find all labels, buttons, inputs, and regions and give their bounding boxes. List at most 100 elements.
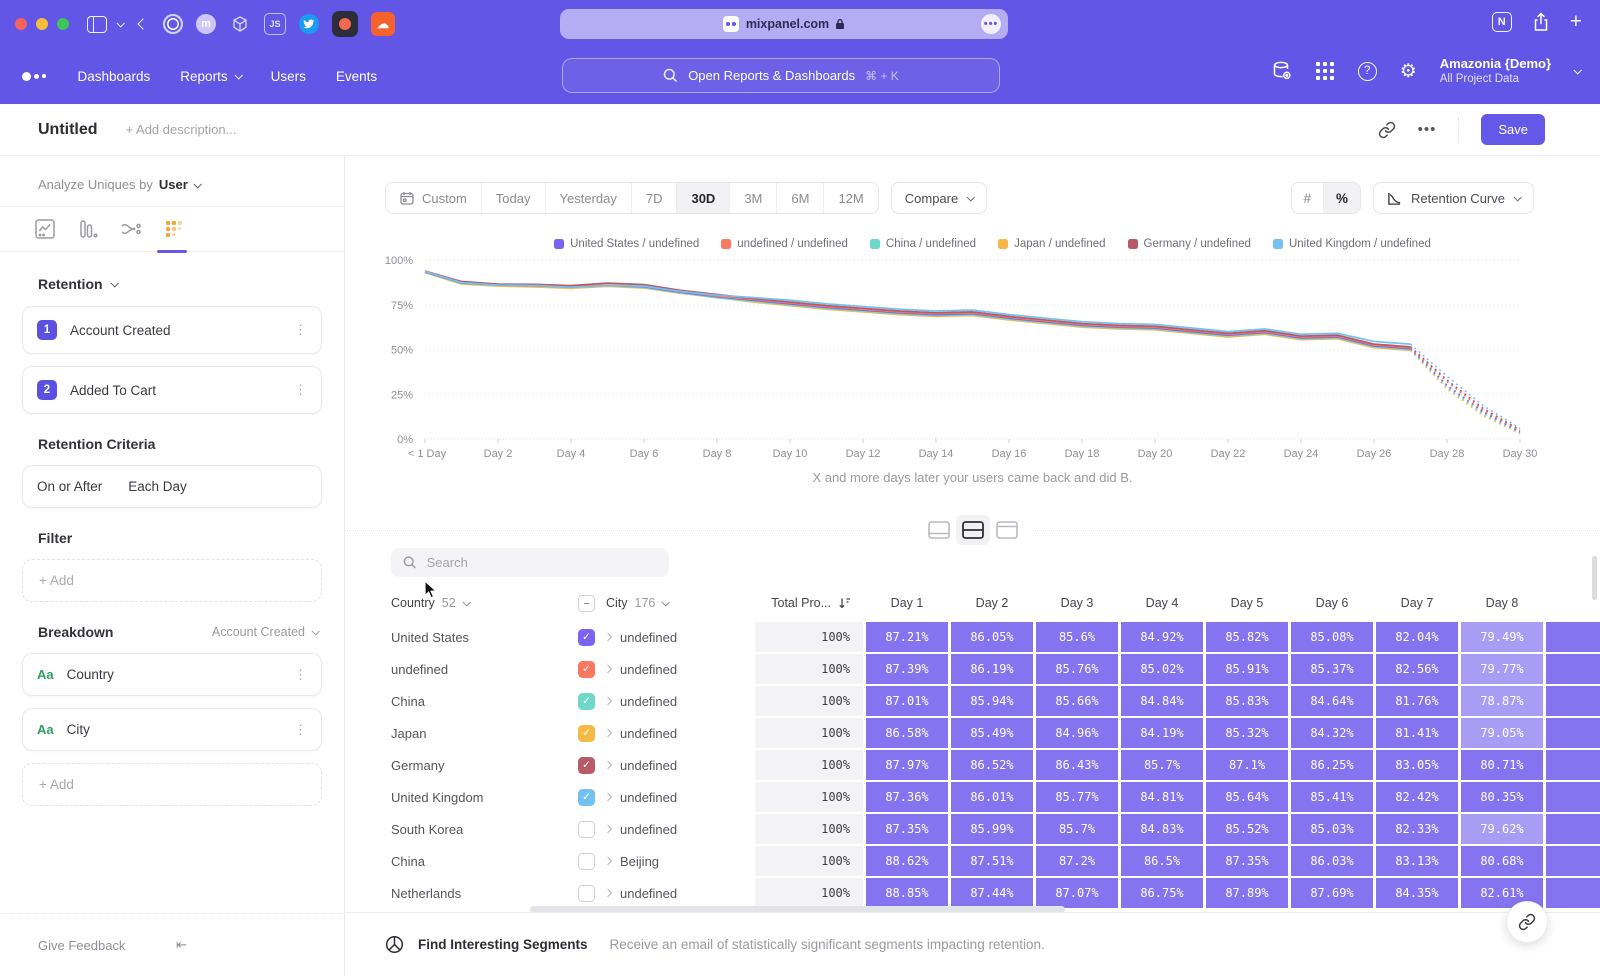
retention-value-cell[interactable]: 85.83%: [1206, 686, 1288, 716]
retention-value-cell[interactable]: 86.25%: [1291, 750, 1373, 780]
browser-sidebar-icon[interactable]: [87, 16, 107, 33]
global-search[interactable]: Open Reports & Dashboards ⌘ + K: [562, 58, 1000, 93]
retention-curve-chart[interactable]: 100%75%50%25%0%< 1 DayDay 2Day 4Day 6Day…: [345, 252, 1600, 466]
percent-toggle[interactable]: %: [1323, 183, 1360, 213]
retention-value-cell[interactable]: 87.69%: [1291, 878, 1373, 908]
row-checkbox[interactable]: ✓: [578, 757, 595, 774]
legend-item[interactable]: United Kingdom / undefined: [1273, 238, 1431, 250]
back-icon[interactable]: [139, 20, 147, 28]
legend-item[interactable]: United States / undefined: [554, 238, 699, 250]
expand-row-icon[interactable]: [604, 793, 612, 801]
notion-extension-icon[interactable]: N: [1492, 12, 1512, 32]
help-icon[interactable]: ?: [1358, 62, 1377, 81]
retention-section-title[interactable]: Retention: [38, 276, 103, 292]
retention-value-cell[interactable]: 80.71%: [1461, 750, 1543, 780]
retention-value-cell[interactable]: 86.03%: [1291, 846, 1373, 876]
retention-value-cell[interactable]: 87.51%: [951, 846, 1033, 876]
retention-value-cell[interactable]: 87.1%: [1206, 750, 1288, 780]
tab-retention[interactable]: [162, 217, 186, 241]
retention-value-cell[interactable]: 79.62%: [1461, 814, 1543, 844]
retention-value-cell[interactable]: 86.5%: [1121, 846, 1203, 876]
close-window-button[interactable]: [15, 18, 27, 30]
retention-value-cell[interactable]: 85.32%: [1206, 718, 1288, 748]
nav-item-events[interactable]: Events: [336, 69, 377, 84]
retention-value-cell[interactable]: 84.84%: [1121, 686, 1203, 716]
tab-funnels[interactable]: [76, 217, 100, 241]
day-column-header[interactable]: Day 7: [1376, 596, 1458, 610]
date-range-custom[interactable]: Custom: [386, 183, 481, 213]
apps-grid-icon[interactable]: [1316, 62, 1335, 81]
retention-value-cell[interactable]: 87.36%: [866, 782, 948, 812]
retention-value-cell[interactable]: 87.35%: [866, 814, 948, 844]
day-column-header[interactable]: Day 6: [1291, 596, 1373, 610]
date-range-yesterday[interactable]: Yesterday: [545, 183, 631, 213]
retention-value-cell[interactable]: 88.85%: [866, 878, 948, 908]
retention-value-cell[interactable]: 82.04%: [1376, 622, 1458, 652]
retention-value-cell[interactable]: 83.05%: [1376, 750, 1458, 780]
row-checkbox[interactable]: [578, 853, 595, 870]
date-range-6m[interactable]: 6M: [776, 183, 823, 213]
retention-value-cell[interactable]: 80.35%: [1461, 782, 1543, 812]
retention-value-cell[interactable]: 82.56%: [1376, 654, 1458, 684]
legend-item[interactable]: China / undefined: [870, 238, 976, 250]
retention-value-cell[interactable]: 85.7%: [1121, 750, 1203, 780]
kebab-menu-icon[interactable]: ⋮: [294, 724, 307, 736]
retention-value-cell[interactable]: 79.05%: [1461, 718, 1543, 748]
tab-flows[interactable]: [119, 217, 143, 241]
nav-item-reports[interactable]: Reports: [180, 69, 240, 84]
vertical-scrollbar[interactable]: [1592, 556, 1597, 600]
table-search[interactable]: [391, 548, 669, 577]
date-range-12m[interactable]: 12M: [823, 183, 877, 213]
retention-value-cell[interactable]: 87.39%: [866, 654, 948, 684]
minimize-window-button[interactable]: [36, 18, 48, 30]
day-column-header[interactable]: Day 8: [1461, 596, 1543, 610]
retention-value-cell[interactable]: 87.21%: [866, 622, 948, 652]
extension-cube-icon[interactable]: [229, 13, 251, 35]
settings-gear-icon[interactable]: ⚙: [1400, 62, 1417, 81]
date-range-3m[interactable]: 3M: [729, 183, 776, 213]
extension-dot-icon[interactable]: [332, 11, 358, 37]
give-feedback-link[interactable]: Give Feedback: [38, 938, 176, 953]
retention-value-cell[interactable]: 84.19%: [1121, 718, 1203, 748]
date-range-7d[interactable]: 7D: [631, 183, 677, 213]
retention-value-cell[interactable]: 85.77%: [1036, 782, 1118, 812]
row-checkbox[interactable]: ✓: [578, 725, 595, 742]
nav-item-users[interactable]: Users: [271, 69, 306, 84]
report-title[interactable]: Untitled: [38, 121, 98, 139]
retention-value-cell[interactable]: 83.13%: [1376, 846, 1458, 876]
expand-row-icon[interactable]: [604, 729, 612, 737]
retention-value-cell[interactable]: 79.49%: [1461, 622, 1543, 652]
day-column-header[interactable]: Day 2: [951, 596, 1033, 610]
address-bar[interactable]: mixpanel.com •••: [560, 9, 1008, 39]
retention-value-cell[interactable]: 85.37%: [1291, 654, 1373, 684]
expand-row-icon[interactable]: [604, 665, 612, 673]
retention-value-cell[interactable]: 85.08%: [1291, 622, 1373, 652]
retention-step-card[interactable]: 2Added To Cart⋮: [22, 366, 322, 414]
retention-value-cell[interactable]: 86.75%: [1121, 878, 1203, 908]
expand-row-icon[interactable]: [604, 825, 612, 833]
extension-ring-icon[interactable]: [163, 14, 183, 34]
retention-value-cell[interactable]: 86.43%: [1036, 750, 1118, 780]
row-checkbox[interactable]: ✓: [578, 661, 595, 678]
project-switcher[interactable]: Amazonia {Demo} All Project Data: [1440, 56, 1551, 87]
expand-row-icon[interactable]: [604, 697, 612, 705]
kebab-menu-icon[interactable]: ⋮: [294, 324, 307, 336]
retention-value-cell[interactable]: 78.87%: [1461, 686, 1543, 716]
country-column-header[interactable]: Country 52: [391, 596, 575, 610]
retention-value-cell[interactable]: 86.52%: [951, 750, 1033, 780]
retention-value-cell[interactable]: 85.64%: [1206, 782, 1288, 812]
retention-value-cell[interactable]: 80.68%: [1461, 846, 1543, 876]
table-search-input[interactable]: [427, 555, 657, 570]
retention-value-cell[interactable]: 82.42%: [1376, 782, 1458, 812]
copy-link-icon[interactable]: [1378, 121, 1396, 139]
retention-value-cell[interactable]: 87.07%: [1036, 878, 1118, 908]
tab-insights[interactable]: [33, 217, 57, 241]
retention-value-cell[interactable]: 87.35%: [1206, 846, 1288, 876]
retention-value-cell[interactable]: 84.81%: [1121, 782, 1203, 812]
analyze-uniques-value[interactable]: User: [159, 177, 188, 192]
row-checkbox[interactable]: ✓: [578, 789, 595, 806]
date-range-today[interactable]: Today: [481, 183, 545, 213]
retention-value-cell[interactable]: 82.33%: [1376, 814, 1458, 844]
retention-value-cell[interactable]: 85.82%: [1206, 622, 1288, 652]
retention-value-cell[interactable]: 85.02%: [1121, 654, 1203, 684]
